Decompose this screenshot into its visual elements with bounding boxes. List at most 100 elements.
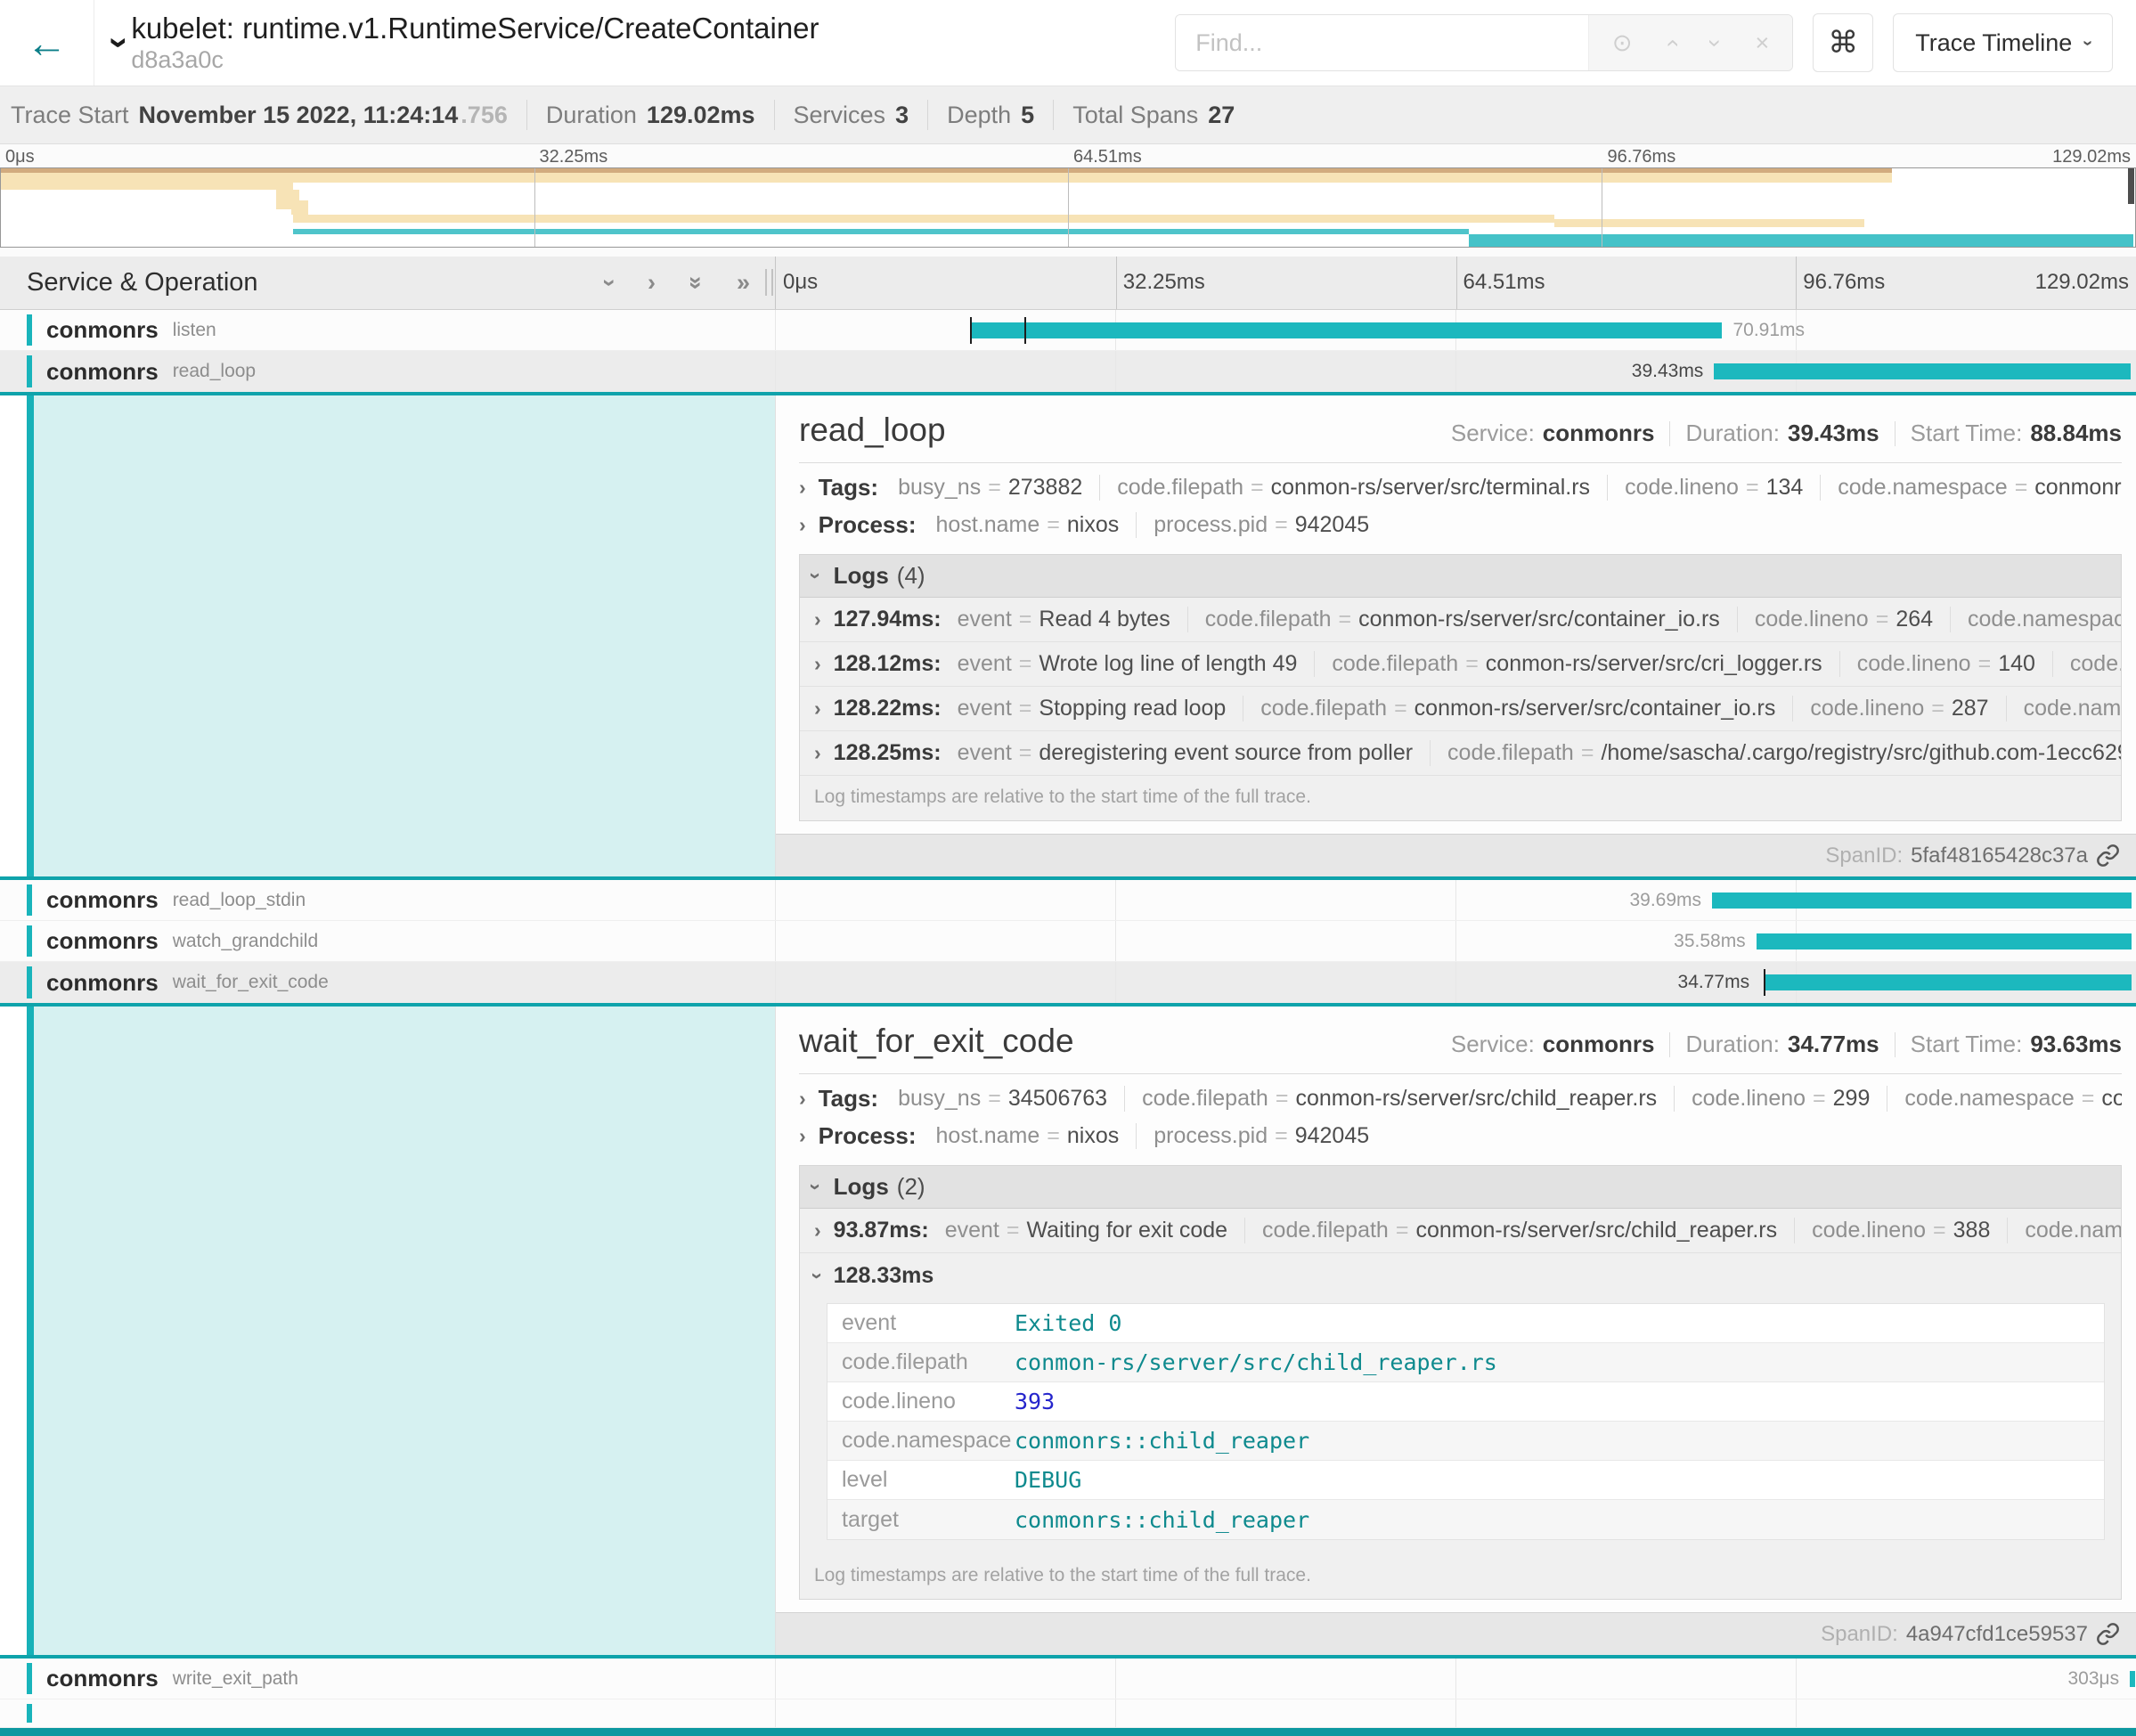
- log-row-expanded[interactable]: › 128.33ms: [800, 1253, 2121, 1298]
- span-row-listen[interactable]: conmonrs listen 70.91ms: [0, 310, 2136, 351]
- logs-header[interactable]: › Logs (4): [800, 555, 2121, 598]
- span-operation: read_loop: [173, 361, 256, 382]
- equals-sign: =: [1019, 651, 1032, 677]
- equals-sign: =: [2082, 1086, 2095, 1112]
- span-service: conmonrs: [46, 1665, 159, 1692]
- log-pair: code.filepath=/home/sascha/.cargo/regist…: [1430, 740, 2121, 766]
- equals-sign: =: [1813, 1086, 1826, 1112]
- span-row-left: conmonrs listen: [0, 310, 775, 350]
- span-row-timeline: 35.58ms: [775, 921, 2136, 961]
- span-bar[interactable]: [1757, 933, 2132, 950]
- process-label: Process:: [819, 1122, 917, 1150]
- chevron-right-icon: ›: [814, 698, 821, 719]
- minimap-gridline: [1068, 168, 1069, 247]
- find-control: ⊙ › › ×: [1175, 14, 1793, 71]
- detail-left-panel: [0, 395, 775, 876]
- trace-minimap: 0μs 32.25ms 64.51ms 96.76ms 129.02ms: [0, 144, 2136, 257]
- tags-row[interactable]: › Tags: busy_ns=34506763 code.filepath=c…: [799, 1080, 2122, 1117]
- process-row[interactable]: › Process: host.name=nixos process.pid=9…: [799, 1117, 2122, 1154]
- summary-label: Services: [794, 102, 886, 129]
- field-value: 393: [1015, 1389, 1055, 1414]
- field-value: conmonrs::child_reaper: [1015, 1428, 1309, 1454]
- field-key: code.filepath: [827, 1349, 1015, 1375]
- logs-header[interactable]: › Logs (2): [800, 1166, 2121, 1209]
- field-key: code.lineno: [827, 1389, 1015, 1414]
- log-row[interactable]: › 128.22ms: event=Stopping read loop cod…: [800, 687, 2121, 731]
- summary-value: 129.02ms: [647, 102, 755, 129]
- equals-sign: =: [1746, 475, 1759, 501]
- trace-id: d8a3a0c: [131, 46, 819, 74]
- keyboard-shortcuts-button[interactable]: ⌘: [1813, 13, 1873, 72]
- match-focus-icon[interactable]: ⊙: [1612, 31, 1633, 55]
- span-bar[interactable]: [1712, 892, 2132, 909]
- link-icon[interactable]: [2096, 1622, 2120, 1646]
- span-bar[interactable]: [1764, 974, 2132, 990]
- collapse-all-icon[interactable]: »: [684, 276, 708, 289]
- pair-key: code.lineno: [1812, 1218, 1926, 1243]
- meta-value: 34.77ms: [1788, 1031, 1879, 1058]
- tags-row[interactable]: › Tags: busy_ns=273882 code.filepath=con…: [799, 469, 2122, 506]
- collapse-controls: › › » »: [606, 271, 775, 295]
- summary-label: Total Spans: [1072, 102, 1198, 129]
- expand-all-icon[interactable]: »: [737, 271, 750, 295]
- summary-trace-start: Trace Start November 15 2022, 11:24:14.7…: [11, 102, 508, 129]
- minimap-canvas[interactable]: [0, 167, 2136, 248]
- span-duration: 35.58ms: [1674, 931, 1757, 952]
- span-operation: listen: [173, 320, 216, 341]
- expand-one-icon[interactable]: ›: [648, 271, 656, 295]
- log-row[interactable]: › 93.87ms: event=Waiting for exit code c…: [800, 1209, 2121, 1253]
- minimap-span-bar: [293, 229, 1469, 234]
- find-clear-icon[interactable]: ×: [1755, 31, 1769, 55]
- find-next-icon[interactable]: ›: [1703, 39, 1727, 47]
- span-service: conmonrs: [46, 316, 159, 344]
- pair-value: conmon-rs/server/src/child_reaper.rs: [1415, 1218, 1777, 1243]
- find-prev-icon[interactable]: ›: [1659, 39, 1684, 47]
- collapse-one-icon[interactable]: ›: [598, 279, 622, 287]
- span-id-label: SpanID:: [1825, 844, 1903, 868]
- summary-duration: Duration 129.02ms: [526, 100, 755, 130]
- timeline-grid-header: Service & Operation › › » » 0μs 32.25ms …: [0, 257, 2136, 310]
- trace-collapse-chevron-icon[interactable]: ›: [102, 37, 138, 48]
- span-row-write-exit-path[interactable]: conmonrs write_exit_path 303μs: [0, 1659, 2136, 1699]
- tags-label: Tags:: [819, 1085, 878, 1113]
- pair-value: 140: [1998, 651, 2035, 677]
- log-row[interactable]: › 128.25ms: event=deregistering event so…: [800, 731, 2121, 776]
- span-row-wait-for-exit-code[interactable]: conmonrs wait_for_exit_code 34.77ms: [0, 962, 2136, 1003]
- find-input[interactable]: [1176, 15, 1588, 70]
- meta-label: Duration:: [1685, 420, 1780, 447]
- span-row-read-loop[interactable]: conmonrs read_loop 39.43ms: [0, 351, 2136, 392]
- pair-value: Read 4 bytes: [1039, 607, 1170, 632]
- summary-label: Depth: [947, 102, 1011, 129]
- view-selector-button[interactable]: Trace Timeline ›: [1893, 13, 2113, 72]
- summary-depth: Depth 5: [927, 100, 1034, 130]
- span-row-watch-grandchild[interactable]: conmonrs watch_grandchild 35.58ms: [0, 921, 2136, 962]
- span-service: conmonrs: [46, 886, 159, 914]
- process-label: Process:: [819, 511, 917, 539]
- pair-value: /home/sascha/.cargo/registry/src/github.…: [1601, 740, 2121, 766]
- process-pair: process.pid=942045: [1136, 1123, 1369, 1149]
- span-bar[interactable]: [1714, 363, 2131, 379]
- span-row-read-loop-stdin[interactable]: conmonrs read_loop_stdin 39.69ms: [0, 880, 2136, 921]
- link-icon[interactable]: [2096, 844, 2120, 868]
- meta-value: conmonrs: [1543, 1031, 1655, 1058]
- timeline-gridline: [1116, 257, 1117, 309]
- tag-pair: code.lineno=299: [1674, 1086, 1870, 1112]
- back-button[interactable]: ←: [0, 0, 94, 86]
- detail-left-panel: [0, 1007, 775, 1655]
- minimap-scrub-handle[interactable]: [2128, 168, 2134, 204]
- field-key: code.namespace: [827, 1428, 1015, 1454]
- service-accent-bar: [27, 1663, 32, 1694]
- process-row[interactable]: › Process: host.name=nixos process.pid=9…: [799, 506, 2122, 543]
- pair-value: 273882: [1008, 475, 1082, 501]
- equals-sign: =: [988, 1086, 1001, 1112]
- span-id-label: SpanID:: [1821, 1622, 1898, 1647]
- column-resizer[interactable]: [765, 269, 773, 296]
- span-bar[interactable]: [970, 322, 1723, 338]
- span-row-partial[interactable]: [0, 1699, 2136, 1728]
- log-pair: code.lineno=388: [1794, 1218, 1990, 1243]
- timeline-tick-label: 96.76ms: [1803, 270, 1885, 295]
- log-row[interactable]: › 128.12ms: event=Wrote log line of leng…: [800, 642, 2121, 687]
- span-service: conmonrs: [46, 969, 159, 997]
- span-bar[interactable]: [2130, 1671, 2135, 1687]
- log-row[interactable]: › 127.94ms: event=Read 4 bytes code.file…: [800, 598, 2121, 642]
